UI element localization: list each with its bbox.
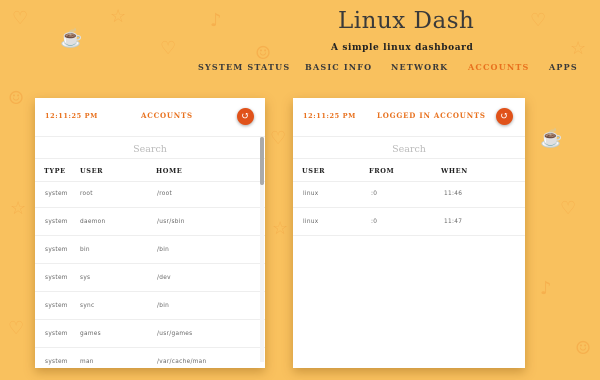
cell-home: /bin bbox=[157, 247, 170, 253]
nav-accounts[interactable]: ACCOUNTS bbox=[468, 62, 530, 72]
refresh-icon: ↺ bbox=[241, 111, 250, 122]
smile-doodle-icon: ☺ bbox=[575, 338, 592, 359]
cell-user: linux bbox=[303, 219, 319, 225]
nav-apps[interactable]: APPS bbox=[549, 62, 578, 72]
cell-type: system bbox=[45, 303, 68, 309]
cell-from: :0 bbox=[371, 219, 378, 225]
cell-type: system bbox=[45, 247, 68, 253]
heart-doodle-icon: ♡ bbox=[530, 10, 547, 31]
note-doodle-icon: ♪ bbox=[210, 10, 222, 31]
column-header-home: HOME bbox=[156, 167, 183, 175]
panel-title: LOGGED IN ACCOUNTS bbox=[377, 111, 486, 120]
cell-user: daemon bbox=[80, 219, 106, 225]
cell-user: games bbox=[80, 331, 101, 337]
table-row: system sys /dev bbox=[35, 264, 265, 292]
cell-type: system bbox=[45, 331, 68, 337]
panel-time: 12:11:25 PM bbox=[303, 112, 356, 120]
star-doodle-icon: ☆ bbox=[110, 6, 127, 27]
scrollbar[interactable] bbox=[260, 137, 264, 362]
column-header-user: USER bbox=[302, 167, 326, 175]
cell-home: /dev bbox=[157, 275, 171, 281]
logged-table-body: linux :0 11:46 linux :0 11:47 bbox=[293, 180, 525, 236]
panel-title: ACCOUNTS bbox=[141, 111, 193, 120]
table-header: TYPE USER HOME bbox=[35, 158, 265, 182]
heart-doodle-icon: ♡ bbox=[8, 318, 25, 339]
scrollbar-thumb[interactable] bbox=[260, 137, 264, 185]
table-row: system root /root bbox=[35, 180, 265, 208]
star-doodle-icon: ☆ bbox=[272, 218, 289, 239]
search-input[interactable] bbox=[35, 139, 265, 159]
table-row: system bin /bin bbox=[35, 236, 265, 264]
accounts-table-body: system root /root system daemon /usr/sbi… bbox=[35, 180, 265, 368]
cell-home: /root bbox=[157, 191, 173, 197]
main-nav: SYSTEM STATUS BASIC INFO NETWORK ACCOUNT… bbox=[0, 62, 600, 74]
cell-when: 11:47 bbox=[444, 219, 463, 225]
cell-user: sys bbox=[80, 275, 91, 281]
cell-home: /usr/games bbox=[157, 331, 193, 337]
nav-network[interactable]: NETWORK bbox=[391, 62, 448, 72]
table-row: system daemon /usr/sbin bbox=[35, 208, 265, 236]
heart-doodle-icon: ♡ bbox=[12, 8, 29, 29]
cell-type: system bbox=[45, 219, 68, 225]
table-row: system man /var/cache/man bbox=[35, 348, 265, 368]
table-row: system sync /bin bbox=[35, 292, 265, 320]
table-header: USER FROM WHEN bbox=[293, 158, 525, 182]
note-doodle-icon: ♪ bbox=[540, 278, 552, 299]
cell-type: system bbox=[45, 191, 68, 197]
column-header-from: FROM bbox=[369, 167, 395, 175]
cell-type: system bbox=[45, 275, 68, 281]
page-title: Linux Dash bbox=[338, 8, 475, 34]
column-header-user: USER bbox=[80, 167, 104, 175]
panel-header: 12:11:25 PM LOGGED IN ACCOUNTS ↺ bbox=[293, 98, 525, 137]
cell-user: sync bbox=[80, 303, 95, 309]
cell-home: /bin bbox=[157, 303, 170, 309]
table-row: system games /usr/games bbox=[35, 320, 265, 348]
page-subtitle: A simple linux dashboard bbox=[331, 43, 474, 53]
panel-time: 12:11:25 PM bbox=[45, 112, 98, 120]
panel-header: 12:11:25 PM ACCOUNTS ↺ bbox=[35, 98, 265, 137]
refresh-icon: ↺ bbox=[500, 111, 509, 122]
star-doodle-icon: ☆ bbox=[570, 38, 587, 59]
table-row: linux :0 11:46 bbox=[293, 180, 525, 208]
cell-user: bin bbox=[80, 247, 90, 253]
cell-when: 11:46 bbox=[444, 191, 463, 197]
nav-system-status[interactable]: SYSTEM STATUS bbox=[198, 62, 290, 72]
refresh-button[interactable]: ↺ bbox=[237, 108, 254, 125]
column-header-type: TYPE bbox=[44, 167, 66, 175]
cup-doodle-icon: ☕ bbox=[540, 128, 563, 149]
refresh-button[interactable]: ↺ bbox=[496, 108, 513, 125]
cell-user: man bbox=[80, 359, 94, 365]
heart-doodle-icon: ♡ bbox=[560, 198, 577, 219]
nav-basic-info[interactable]: BASIC INFO bbox=[305, 62, 372, 72]
cell-home: /var/cache/man bbox=[157, 359, 207, 365]
column-header-when: WHEN bbox=[441, 167, 468, 175]
search-input[interactable] bbox=[293, 139, 525, 159]
cell-user: linux bbox=[303, 191, 319, 197]
cell-user: root bbox=[80, 191, 93, 197]
smile-doodle-icon: ☺ bbox=[255, 43, 272, 64]
table-row: linux :0 11:47 bbox=[293, 208, 525, 236]
cell-from: :0 bbox=[371, 191, 378, 197]
cell-home: /usr/sbin bbox=[157, 219, 185, 225]
accounts-panel: 12:11:25 PM ACCOUNTS ↺ TYPE USER HOME sy… bbox=[35, 98, 265, 368]
cell-type: system bbox=[45, 359, 68, 365]
heart-doodle-icon: ♡ bbox=[270, 128, 287, 149]
logged-in-accounts-panel: 12:11:25 PM LOGGED IN ACCOUNTS ↺ USER FR… bbox=[293, 98, 525, 368]
cup-doodle-icon: ☕ bbox=[60, 28, 83, 49]
smile-doodle-icon: ☺ bbox=[8, 88, 25, 109]
heart-doodle-icon: ♡ bbox=[160, 38, 177, 59]
star-doodle-icon: ☆ bbox=[10, 198, 27, 219]
